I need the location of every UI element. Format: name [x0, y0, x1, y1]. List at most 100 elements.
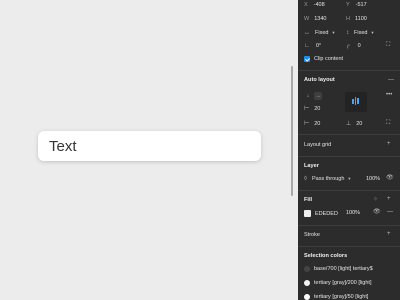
- chevron-down-icon: ▼: [370, 30, 375, 35]
- fill-visibility-button[interactable]: 👁: [373, 209, 381, 215]
- vertical-resizing-value: Fixed: [354, 30, 368, 36]
- width-field[interactable]: W 1340: [304, 16, 326, 22]
- individual-padding-button[interactable]: ⛶: [386, 120, 390, 126]
- layout-grid-title: Layout grid: [304, 142, 332, 148]
- chevron-down-icon: ▼: [331, 30, 336, 35]
- height-field-value[interactable]: 1100: [355, 16, 367, 22]
- selection-color-swatch[interactable]: [304, 280, 310, 286]
- alignment-grid[interactable]: [345, 92, 367, 112]
- height-field-label: H: [346, 16, 350, 22]
- divider: [298, 190, 400, 191]
- eye-icon: 👁: [373, 209, 381, 215]
- more-icon: •••: [386, 92, 393, 98]
- y-field-label: Y: [346, 2, 350, 8]
- layer-title: Layer: [304, 163, 319, 169]
- divider: [298, 70, 400, 71]
- advanced-layout-button[interactable]: •••: [386, 92, 392, 98]
- canvas-scrollbar[interactable]: [291, 66, 293, 196]
- direction-vertical-button[interactable]: ↓: [304, 92, 312, 100]
- corner-radius-icon: ╭: [346, 43, 350, 49]
- selection-color-swatch[interactable]: [304, 266, 310, 272]
- canvas[interactable]: Text: [0, 0, 298, 300]
- plus-icon: +: [387, 231, 391, 237]
- vertical-resizing-dropdown[interactable]: ↕ Fixed ▼: [346, 30, 374, 36]
- fill-opacity-field[interactable]: 100%: [346, 210, 360, 216]
- clip-content-checkbox[interactable]: Clip content: [304, 56, 343, 62]
- clip-content-label: Clip content: [314, 56, 344, 62]
- chevron-down-icon: ▼: [347, 176, 352, 181]
- fill-title: Fill: [304, 197, 313, 203]
- horizontal-resize-icon: ↔: [304, 30, 310, 36]
- vertical-padding-field[interactable]: ⊥ 20: [346, 121, 362, 127]
- horizontal-resizing-dropdown[interactable]: ↔ Fixed ▼: [304, 30, 335, 36]
- add-fill-button[interactable]: +: [387, 196, 391, 202]
- divider: [298, 156, 400, 157]
- minus-icon: —: [388, 77, 394, 83]
- independent-corners-button[interactable]: ⛶: [386, 42, 390, 48]
- selection-color-label: base/700 [light] tertiary$: [314, 266, 373, 272]
- alignment-indicator-icon: [352, 97, 359, 105]
- rotation-icon: ∟: [304, 43, 310, 49]
- corner-radius-value[interactable]: 0: [358, 43, 361, 49]
- x-field[interactable]: X -408: [304, 2, 325, 8]
- direction-horizontal-button[interactable]: →: [314, 92, 322, 100]
- rotation-field[interactable]: ∟ 0°: [304, 43, 321, 49]
- layer-visibility-button[interactable]: 👁: [386, 175, 394, 181]
- height-field[interactable]: H 1100: [346, 16, 367, 22]
- spacing-icon: ⊢: [304, 106, 310, 112]
- selection-color-item[interactable]: tertiary [gray]/200 [light]: [304, 280, 371, 286]
- vertical-resize-icon: ↕: [346, 30, 349, 36]
- properties-panel: X -408 Y -517 W 1340 H 1100 ↔ Fixed ▼ ↕ …: [298, 0, 400, 300]
- horizontal-padding-value[interactable]: 20: [314, 121, 320, 127]
- width-field-label: W: [304, 16, 310, 22]
- blend-mode-value: Pass through: [311, 176, 345, 182]
- rotation-value[interactable]: 0°: [316, 43, 321, 49]
- divider: [298, 225, 400, 226]
- selection-color-item[interactable]: base/700 [light] tertiary$: [304, 266, 373, 272]
- x-field-label: X: [304, 2, 308, 8]
- selection-color-swatch[interactable]: [304, 294, 310, 300]
- arrow-right-icon: →: [315, 93, 321, 99]
- add-layout-grid-button[interactable]: +: [387, 141, 391, 147]
- fill-color-swatch[interactable]: [304, 210, 311, 217]
- individual-padding-icon: ⛶: [386, 120, 391, 126]
- horizontal-resizing-value: Fixed: [315, 30, 329, 36]
- plus-icon: +: [387, 141, 391, 147]
- eye-icon: 👁: [386, 175, 394, 181]
- independent-corners-icon: ⛶: [386, 42, 391, 48]
- blend-mode-icon: ◊: [304, 176, 307, 182]
- auto-layout-title: Auto layout: [304, 77, 335, 83]
- fill-styles-button[interactable]: ⁘: [373, 197, 378, 203]
- y-field[interactable]: Y -517: [346, 2, 367, 8]
- selection-color-label: tertiary [gray]/200 [light]: [314, 280, 372, 286]
- selection-colors-title: Selection colors: [304, 253, 348, 259]
- vertical-padding-icon: ⊥: [346, 121, 352, 127]
- corner-radius-field[interactable]: ╭ 0: [346, 43, 361, 49]
- plus-icon: +: [387, 196, 391, 202]
- checkbox-checked-icon[interactable]: [304, 56, 310, 62]
- layer-opacity-field[interactable]: 100%: [366, 176, 380, 182]
- fill-hex-value[interactable]: EDEDED: [315, 211, 338, 217]
- divider: [298, 246, 400, 247]
- add-stroke-button[interactable]: +: [387, 231, 391, 237]
- y-field-value[interactable]: -517: [356, 2, 367, 8]
- text-frame[interactable]: Text: [38, 131, 261, 161]
- item-spacing-field[interactable]: ⊢ 20: [304, 106, 320, 112]
- arrow-down-icon: ↓: [306, 93, 310, 99]
- width-field-value[interactable]: 1340: [314, 16, 326, 22]
- fill-color-field[interactable]: EDEDED: [304, 210, 338, 217]
- selection-color-label: tertiary [gray]/50 [light]: [314, 294, 369, 300]
- remove-auto-layout-button[interactable]: —: [388, 77, 394, 83]
- vertical-padding-value[interactable]: 20: [356, 121, 362, 127]
- horizontal-padding-icon: ⊢: [304, 121, 310, 127]
- stroke-title: Stroke: [304, 232, 320, 238]
- blend-mode-dropdown[interactable]: ◊ Pass through ▼: [304, 176, 351, 182]
- remove-fill-button[interactable]: —: [387, 209, 393, 215]
- selection-color-item[interactable]: tertiary [gray]/50 [light]: [304, 294, 368, 300]
- item-spacing-value[interactable]: 20: [314, 106, 320, 112]
- x-field-value[interactable]: -408: [314, 2, 325, 8]
- text-layer[interactable]: Text: [49, 138, 77, 155]
- minus-icon: —: [387, 209, 393, 215]
- styles-grid-icon: ⁘: [373, 197, 379, 203]
- horizontal-padding-field[interactable]: ⊢ 20: [304, 121, 320, 127]
